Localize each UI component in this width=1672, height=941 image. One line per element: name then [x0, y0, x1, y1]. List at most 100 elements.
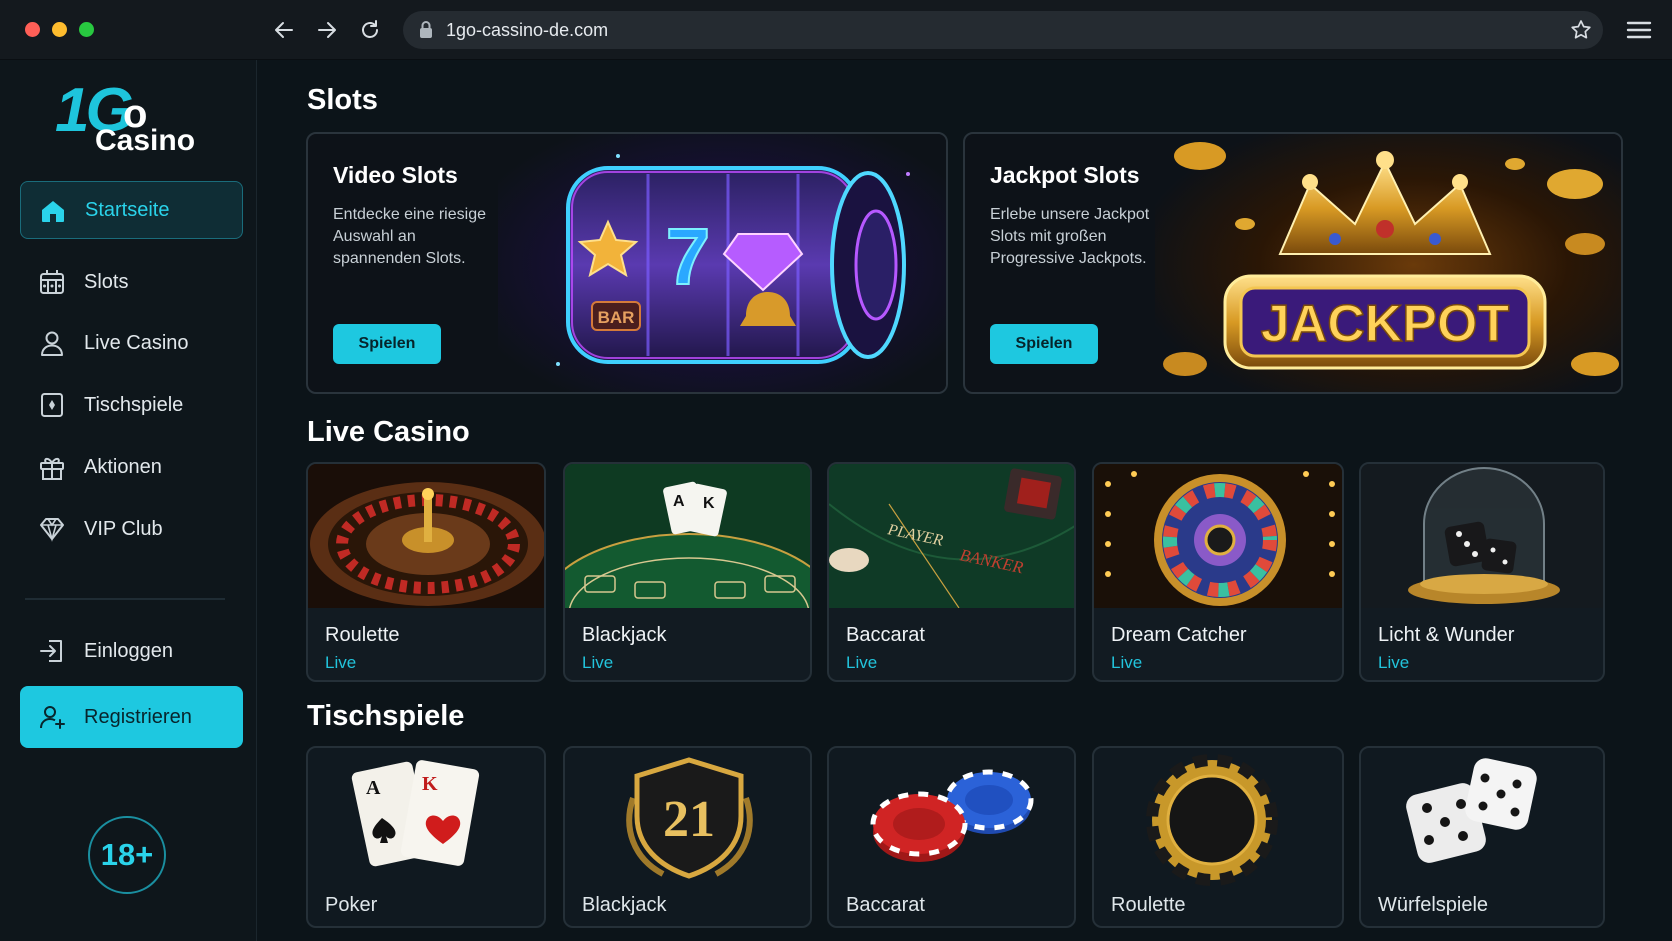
poker-cards-thumbnail: A K — [351, 760, 480, 867]
reload-button[interactable] — [354, 14, 386, 46]
login-icon — [40, 640, 62, 662]
table-game-card-roulette[interactable]: Roulette — [1092, 746, 1344, 928]
gift-icon — [40, 457, 64, 480]
section-title-tischspiele: Tischspiele — [307, 700, 465, 732]
promo-title: Jackpot Slots — [990, 162, 1140, 188]
promo-description: Entdecke eine riesige Auswahl an spannen… — [333, 206, 486, 267]
table-game-card-wuerfelspiele[interactable]: Würfelspiele — [1359, 746, 1605, 928]
live-game-card-licht-wunder[interactable]: Licht & Wunder Live — [1359, 462, 1605, 682]
shield-21-text: 21 — [663, 791, 715, 848]
sidebar-item-tischspiele[interactable]: Tischspiele — [20, 376, 243, 434]
age-restriction-badge: 18+ — [88, 816, 166, 894]
bar-symbol: BAR — [598, 308, 635, 327]
play-button[interactable]: Spielen — [333, 324, 441, 364]
roulette-wheel-thumbnail — [308, 464, 544, 608]
sidebar-item-label: Tischspiele — [84, 393, 184, 416]
sidebar-item-live-casino[interactable]: Live Casino — [20, 314, 243, 372]
table-game-card-poker[interactable]: A K Poker — [306, 746, 546, 928]
table-game-card-blackjack[interactable]: 21 Blackjack — [563, 746, 812, 928]
minimize-window-dot[interactable] — [52, 22, 67, 37]
slot-machine-icon — [40, 270, 64, 294]
jackpot-crown-illustration: JACKPOT — [1155, 134, 1621, 392]
game-name: Baccarat — [846, 624, 925, 646]
lock-icon — [420, 21, 432, 38]
promo-description: Erlebe unsere Jackpot Slots mit großen P… — [990, 206, 1150, 267]
table-game-card-baccarat[interactable]: Baccarat — [827, 746, 1076, 928]
game-name: Roulette — [325, 624, 400, 646]
play-button[interactable]: Spielen — [990, 324, 1098, 364]
game-name: Roulette — [1111, 894, 1186, 916]
reload-icon — [362, 20, 378, 38]
user-icon — [41, 331, 63, 356]
live-tag: Live — [1378, 653, 1410, 672]
baccarat-table-thumbnail: PLAYER BANKER — [829, 464, 1074, 608]
casino-chips-thumbnail — [870, 769, 1034, 862]
blackjack-table-thumbnail: A K — [565, 464, 810, 608]
game-name: Würfelspiele — [1378, 894, 1489, 916]
sidebar-item-label: Startseite — [85, 198, 170, 221]
live-game-card-blackjack[interactable]: A K Blackjack Live — [563, 462, 812, 682]
dream-catcher-wheel-thumbnail — [1094, 464, 1342, 608]
game-name: Dream Catcher — [1111, 624, 1247, 646]
live-game-card-roulette[interactable]: Roulette Live — [306, 462, 546, 682]
game-name: Baccarat — [846, 894, 925, 916]
blackjack-shield-thumbnail: 21 — [626, 757, 753, 879]
sidebar-item-slots[interactable]: Slots — [20, 253, 243, 311]
live-tag: Live — [846, 653, 878, 672]
browser-menu-icon[interactable] — [1624, 16, 1654, 44]
add-user-icon — [40, 706, 65, 729]
register-button[interactable]: Registrieren — [20, 686, 243, 748]
login-button[interactable]: Einloggen — [20, 622, 243, 680]
sidebar-item-label: VIP Club — [84, 517, 163, 540]
address-bar[interactable]: 1go-cassino-de.com — [403, 11, 1603, 49]
game-name: Poker — [325, 894, 378, 916]
poker-ace-text: A — [366, 777, 381, 799]
game-name: Blackjack — [582, 624, 667, 646]
sidebar-divider — [25, 598, 225, 600]
slot-seven-symbol: 7 — [666, 212, 711, 301]
home-icon — [42, 201, 64, 222]
sidebar: 1G o Casino Startseite Slots Live Casino… — [0, 60, 257, 941]
dice-dome-thumbnail — [1361, 464, 1603, 608]
close-window-dot[interactable] — [25, 22, 40, 37]
section-title-live-casino: Live Casino — [307, 416, 470, 448]
promo-video-slots[interactable]: 7 BAR Video Slots Entdecke eine riesige … — [306, 132, 948, 394]
roulette-chip-thumbnail — [1146, 754, 1278, 886]
url-text[interactable]: 1go-cassino-de.com — [446, 20, 608, 41]
live-game-card-baccarat[interactable]: PLAYER BANKER Baccarat Live — [827, 462, 1076, 682]
sidebar-item-vip-club[interactable]: VIP Club — [20, 500, 243, 558]
game-name: Blackjack — [582, 894, 667, 916]
jackpot-banner-text: JACKPOT — [1261, 295, 1510, 353]
live-tag: Live — [1111, 653, 1143, 672]
login-label: Einloggen — [84, 639, 173, 662]
promo-jackpot-slots[interactable]: JACKPOT Jackpot Slots Erlebe unsere Jack… — [963, 132, 1623, 394]
slot-machine-illustration: 7 BAR — [498, 134, 946, 392]
main-content: Slots 7 BAR Video Slots Entdecke eine ri… — [258, 60, 1672, 941]
sidebar-item-label: Live Casino — [84, 331, 189, 354]
register-label: Registrieren — [84, 705, 192, 728]
sidebar-item-label: Slots — [84, 270, 129, 293]
game-name: Licht & Wunder — [1378, 624, 1515, 646]
arrow-right-icon — [318, 22, 336, 38]
sidebar-item-label: Aktionen — [84, 455, 162, 478]
casino-logo[interactable]: 1G o Casino — [55, 80, 205, 160]
live-tag: Live — [582, 653, 614, 672]
back-button[interactable] — [268, 14, 300, 46]
dice-thumbnail — [1406, 758, 1537, 863]
live-tag: Live — [325, 653, 357, 672]
sidebar-item-aktionen[interactable]: Aktionen — [20, 438, 243, 496]
browser-toolbar: 1go-cassino-de.com — [0, 0, 1672, 60]
diamond-icon — [40, 518, 64, 542]
poker-king-text: K — [422, 773, 438, 795]
bookmark-star-icon[interactable] — [1569, 18, 1593, 42]
card-ace-text: A — [673, 493, 685, 510]
maximize-window-dot[interactable] — [79, 22, 94, 37]
section-title-slots: Slots — [307, 84, 378, 116]
sidebar-item-startseite[interactable]: Startseite — [20, 181, 243, 239]
live-game-card-dream-catcher[interactable]: Dream Catcher Live — [1092, 462, 1344, 682]
forward-button[interactable] — [311, 14, 343, 46]
card-king-text: K — [703, 495, 715, 512]
logo-word: Casino — [95, 124, 196, 157]
promo-title: Video Slots — [333, 162, 458, 188]
arrow-left-icon — [275, 22, 293, 38]
